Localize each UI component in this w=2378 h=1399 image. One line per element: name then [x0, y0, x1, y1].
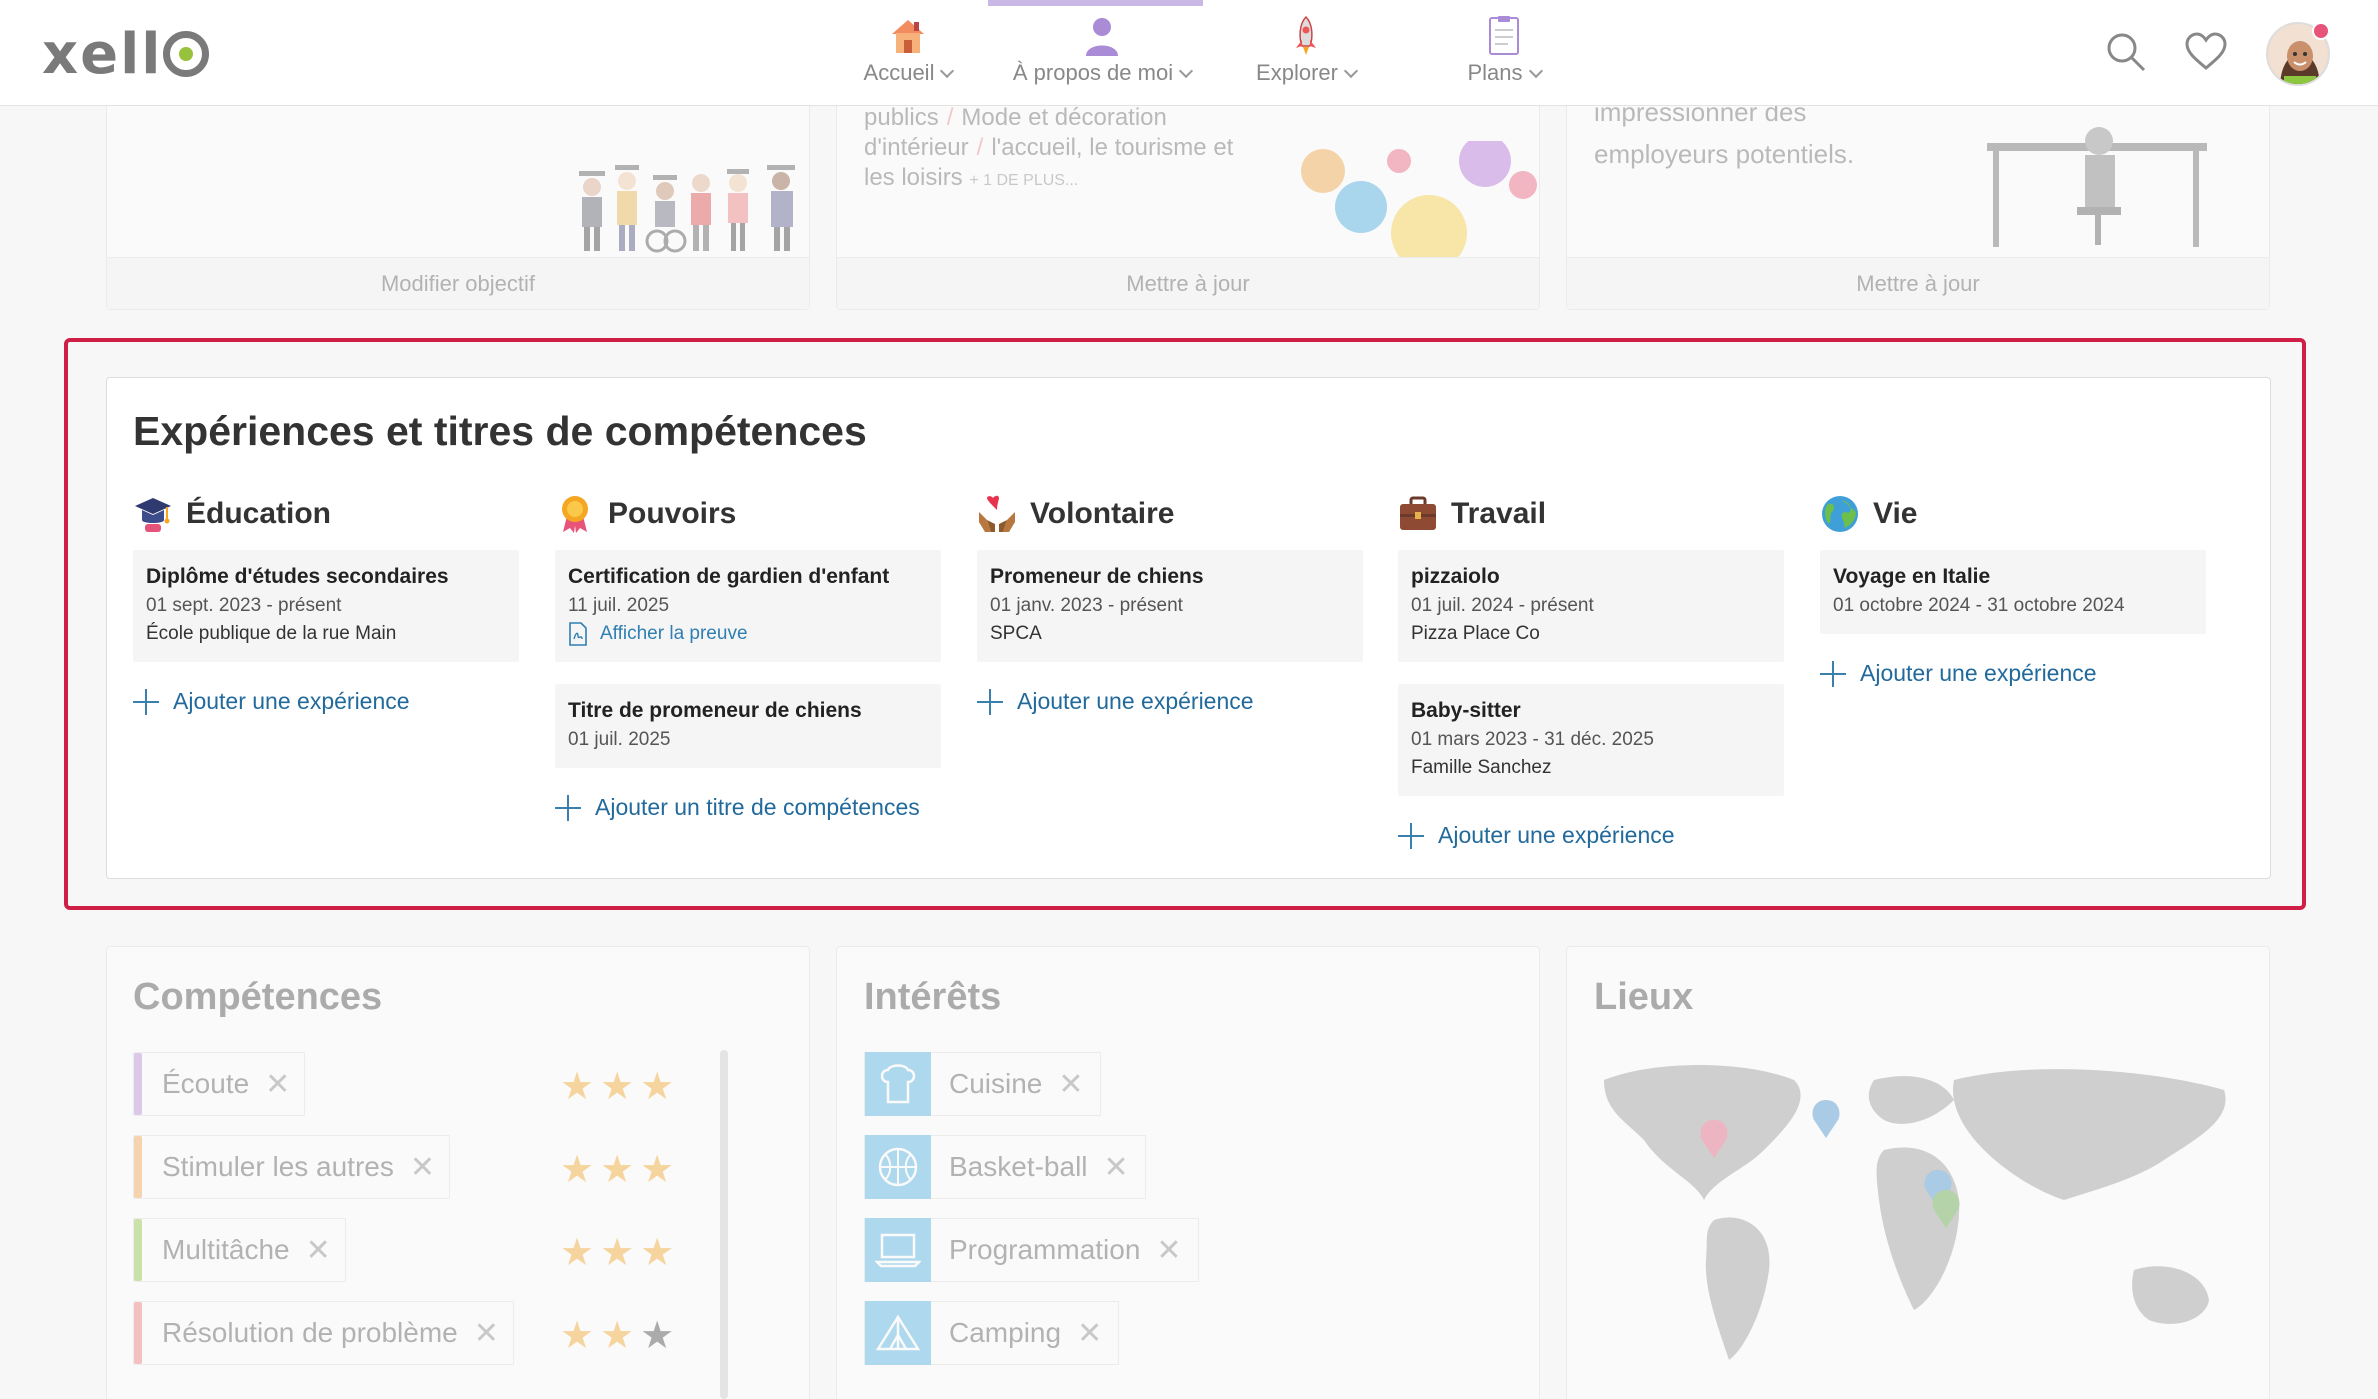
- award-icon: [562, 496, 588, 533]
- nav-accueil[interactable]: Accueil: [853, 14, 963, 94]
- clusters-text: publics / Mode et décoration d'intérieur / l…: [864, 104, 1234, 191]
- globe-icon: [1822, 496, 1858, 532]
- remove-icon[interactable]: ✕: [1058, 1067, 1083, 1102]
- plus-icon: [977, 688, 1003, 715]
- skill-stars-1: ★★★: [560, 1066, 681, 1108]
- column-education: Éducation Diplôme d'études secondaires 0…: [133, 492, 519, 715]
- remove-icon[interactable]: ✕: [1077, 1316, 1102, 1351]
- add-life-experience-button[interactable]: Ajouter une expérience: [1820, 660, 2206, 687]
- places-title: Lieux: [1594, 976, 1694, 1018]
- search-icon[interactable]: [2104, 30, 2148, 74]
- graduates-illustration: [579, 165, 795, 253]
- skills-title: Compétences: [133, 976, 383, 1018]
- column-vie: Vie Voyage en Italie 01 octobre 2024 - 3…: [1820, 492, 2206, 687]
- remove-icon[interactable]: ✕: [1156, 1233, 1181, 1268]
- interest-chip-camping[interactable]: Camping ✕: [864, 1301, 1120, 1365]
- work-entry-1[interactable]: pizzaiolo 01 juil. 2024 - présent Pizza …: [1398, 550, 1784, 662]
- interest-chip-cuisine[interactable]: Cuisine ✕: [864, 1052, 1101, 1116]
- graduation-cap-icon: [135, 498, 171, 532]
- skill-stars-3: ★★★: [560, 1232, 681, 1274]
- column-travail: Travail pizzaiolo 01 juil. 2024 - présen…: [1398, 492, 1784, 849]
- column-pouvoirs: Pouvoirs Certification de gardien d'enfa…: [555, 492, 941, 821]
- document-icon: [569, 622, 587, 646]
- person-icon: [1086, 18, 1118, 56]
- hands-heart-icon: [979, 495, 1015, 532]
- add-credential-button[interactable]: Ajouter un titre de compétences: [555, 794, 941, 821]
- skill-stars-4: ★★★: [560, 1315, 681, 1357]
- add-education-experience-button[interactable]: Ajouter une expérience: [133, 688, 519, 715]
- skill-chip-multitache[interactable]: Multitâche ✕: [133, 1218, 346, 1282]
- skill-chip-resolution[interactable]: Résolution de problème ✕: [133, 1301, 514, 1365]
- world-map[interactable]: [1594, 1060, 2244, 1370]
- column-volontaire-header: Volontaire: [977, 492, 1363, 536]
- skill-chip-ecoute[interactable]: Écoute ✕: [133, 1052, 306, 1116]
- nav-explorer[interactable]: Explorer: [1246, 14, 1366, 94]
- column-travail-header: Travail: [1398, 492, 1784, 536]
- nav-a-propos[interactable]: À propos de moi: [1002, 14, 1202, 94]
- house-icon: [892, 20, 924, 53]
- xello-logo[interactable]: xell: [42, 22, 209, 87]
- plus-icon: [555, 794, 581, 821]
- life-entry[interactable]: Voyage en Italie 01 octobre 2024 - 31 oc…: [1820, 550, 2206, 634]
- skills-scrollbar[interactable]: [720, 1050, 728, 1399]
- experiences-title: Expériences et titres de compétences: [133, 408, 867, 454]
- plus-icon: [1820, 660, 1846, 687]
- remove-icon[interactable]: ✕: [410, 1150, 435, 1185]
- remove-icon[interactable]: ✕: [1104, 1150, 1129, 1185]
- credential-entry-1[interactable]: Certification de gardien d'enfant 11 jui…: [555, 550, 941, 662]
- interest-chip-programmation[interactable]: Programmation ✕: [864, 1218, 1199, 1282]
- nav-active-indicator: [988, 0, 1203, 6]
- top-header: xell Accueil À propos de moi Explorer Pl…: [0, 0, 2378, 106]
- remove-icon[interactable]: ✕: [474, 1316, 499, 1351]
- column-vie-header: Vie: [1820, 492, 2206, 536]
- plus-icon: [1398, 822, 1424, 849]
- interest-chip-basketball[interactable]: Basket-ball ✕: [864, 1135, 1146, 1199]
- laptop-icon: [875, 1233, 921, 1268]
- column-pouvoirs-header: Pouvoirs: [555, 492, 941, 536]
- mettre-a-jour-button-1[interactable]: Mettre à jour: [837, 257, 1539, 309]
- nav-plans[interactable]: Plans: [1460, 14, 1548, 94]
- remove-icon[interactable]: ✕: [265, 1067, 290, 1102]
- rocket-icon: [1296, 15, 1316, 55]
- desk-illustration: [1987, 127, 2207, 247]
- skill-stars-2: ★★★: [560, 1149, 681, 1191]
- credential-entry-2[interactable]: Titre de promeneur de chiens 01 juil. 20…: [555, 684, 941, 768]
- interests-title: Intérêts: [864, 976, 1002, 1018]
- skill-chip-stimuler[interactable]: Stimuler les autres ✕: [133, 1135, 451, 1199]
- notification-dot: [2312, 22, 2330, 40]
- volunteer-entry[interactable]: Promeneur de chiens 01 janv. 2023 - prés…: [977, 550, 1363, 662]
- add-work-experience-button[interactable]: Ajouter une expérience: [1398, 822, 1784, 849]
- add-volunteer-experience-button[interactable]: Ajouter une expérience: [977, 688, 1363, 715]
- heart-icon[interactable]: [2184, 30, 2228, 74]
- chef-icon: [880, 1064, 916, 1104]
- afficher-la-preuve-link[interactable]: Afficher la preuve: [568, 620, 928, 648]
- work-entry-2[interactable]: Baby-sitter 01 mars 2023 - 31 déc. 2025 …: [1398, 684, 1784, 796]
- basketball-icon: [878, 1147, 918, 1187]
- modifier-objectif-button[interactable]: Modifier objectif: [107, 257, 809, 309]
- tent-icon: [875, 1314, 921, 1351]
- remove-icon[interactable]: ✕: [306, 1233, 331, 1268]
- column-education-header: Éducation: [133, 492, 519, 536]
- column-volontaire: Volontaire Promeneur de chiens 01 janv. …: [977, 492, 1363, 715]
- briefcase-icon: [1400, 496, 1436, 530]
- mettre-a-jour-button-2[interactable]: Mettre à jour: [1567, 257, 2269, 309]
- clipboard-icon: [1489, 16, 1519, 55]
- education-entry[interactable]: Diplôme d'études secondaires 01 sept. 20…: [133, 550, 519, 662]
- plus-icon: [133, 688, 159, 715]
